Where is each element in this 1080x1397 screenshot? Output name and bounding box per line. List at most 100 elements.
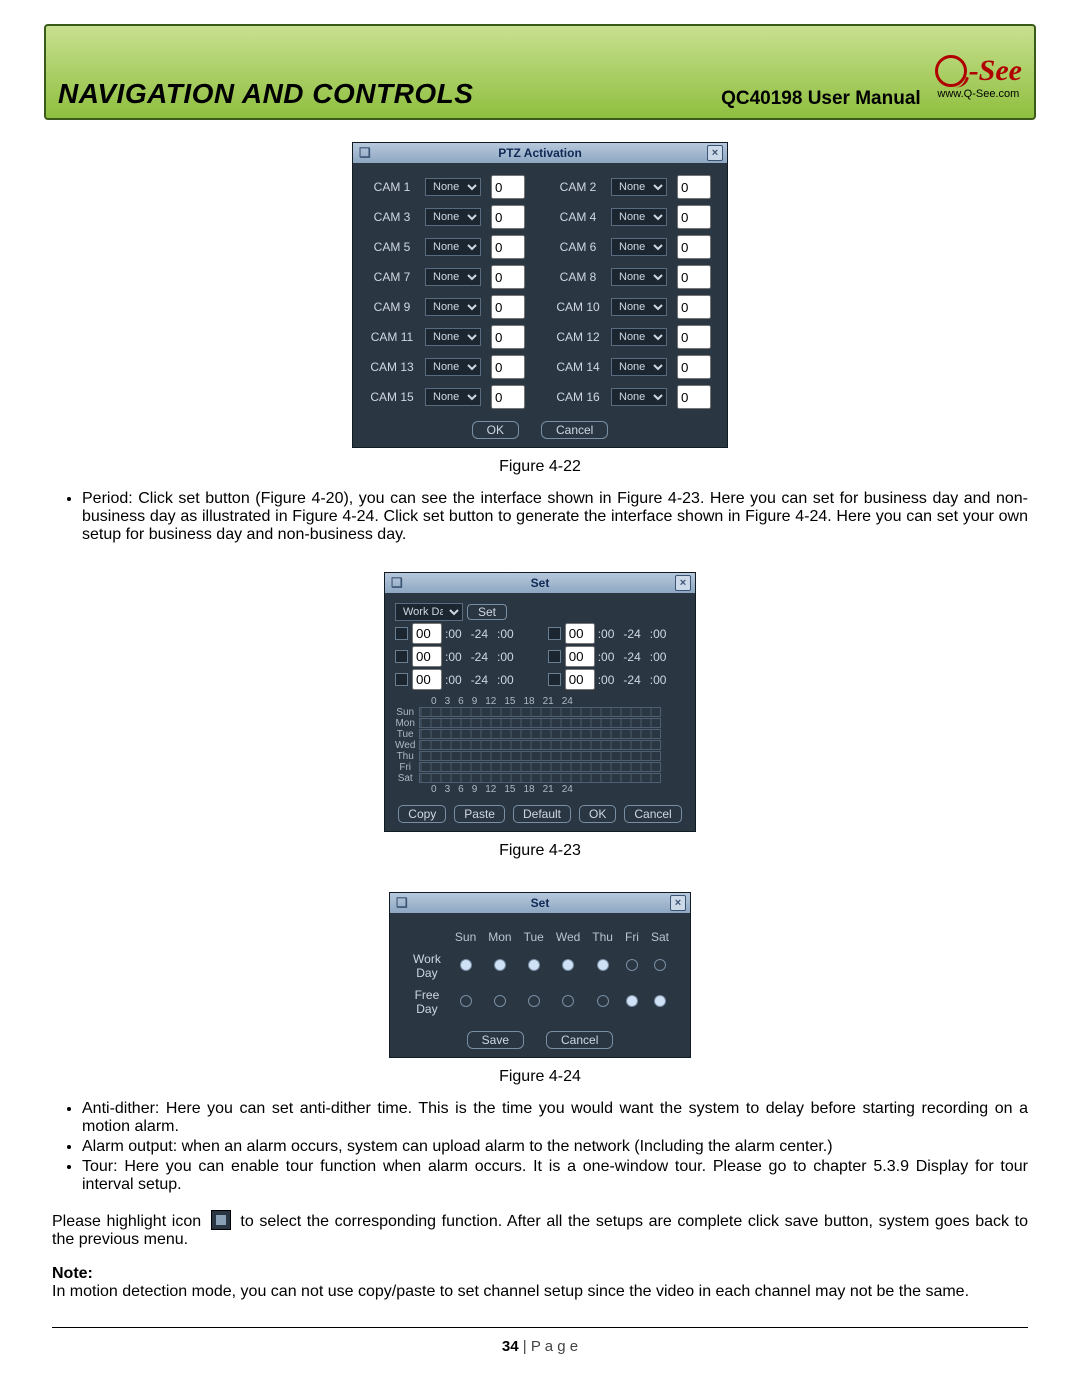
day-label: Sat — [395, 773, 415, 784]
period-checkbox[interactable] — [548, 627, 561, 640]
cam-mode-select[interactable]: None — [425, 358, 481, 376]
cam-label: CAM 11 — [369, 330, 415, 344]
day-label: Fri — [395, 762, 415, 773]
day-radio[interactable] — [654, 995, 666, 1007]
default-button[interactable]: Default — [513, 805, 571, 823]
day-label: Thu — [395, 751, 415, 762]
cancel-button[interactable]: Cancel — [541, 421, 608, 439]
page-subtitle: QC40198 User Manual — [721, 89, 921, 108]
cam-value-input[interactable] — [491, 355, 525, 379]
day-radio[interactable] — [626, 995, 638, 1007]
day-header: Mon — [487, 929, 512, 945]
day-header: Wed — [555, 929, 581, 945]
cam-table: CAM 1NoneCAM 2NoneCAM 3NoneCAM 4NoneCAM … — [363, 171, 717, 413]
day-radio[interactable] — [562, 995, 574, 1007]
period-checkbox[interactable] — [395, 627, 408, 640]
cam-mode-select[interactable]: None — [611, 238, 667, 256]
day-radio[interactable] — [460, 959, 472, 971]
cam-mode-select[interactable]: None — [425, 178, 481, 196]
cam-mode-select[interactable]: None — [611, 328, 667, 346]
period-checkbox[interactable] — [395, 673, 408, 686]
workday-select[interactable]: Work Day — [395, 603, 463, 621]
cancel-button[interactable]: Cancel — [546, 1031, 613, 1049]
day-bar — [419, 729, 661, 739]
cam-value-input[interactable] — [677, 175, 711, 199]
cam-value-input[interactable] — [491, 175, 525, 199]
set-worktype-dialog: ❑Set× SunMonTueWedThuFriSatWork DayFree … — [389, 892, 691, 1058]
cam-mode-select[interactable]: None — [611, 268, 667, 286]
cancel-button[interactable]: Cancel — [624, 805, 681, 823]
period-checkbox[interactable] — [395, 650, 408, 663]
cam-mode-select[interactable]: None — [611, 178, 667, 196]
day-header: Tue — [523, 929, 545, 945]
set-button[interactable]: Set — [467, 604, 507, 620]
close-icon[interactable]: × — [670, 895, 686, 911]
day-radio[interactable] — [528, 995, 540, 1007]
cam-label: CAM 14 — [555, 360, 601, 374]
cam-value-input[interactable] — [491, 205, 525, 229]
logo-text: -See — [969, 56, 1022, 86]
day-radio[interactable] — [460, 995, 472, 1007]
cam-value-input[interactable] — [491, 385, 525, 409]
hour-input[interactable] — [565, 623, 595, 644]
cam-value-input[interactable] — [491, 235, 525, 259]
cam-value-input[interactable] — [677, 265, 711, 289]
paste-button[interactable]: Paste — [454, 805, 505, 823]
cam-mode-select[interactable]: None — [425, 238, 481, 256]
cam-mode-select[interactable]: None — [611, 298, 667, 316]
cam-value-input[interactable] — [677, 205, 711, 229]
cam-mode-select[interactable]: None — [611, 358, 667, 376]
cam-mode-select[interactable]: None — [425, 328, 481, 346]
day-bar — [419, 762, 661, 772]
cam-mode-select[interactable]: None — [425, 208, 481, 226]
close-icon[interactable]: × — [675, 575, 691, 591]
divider — [52, 1327, 1028, 1328]
hour-input[interactable] — [412, 669, 442, 690]
highlight-text-a: Please highlight icon — [52, 1213, 207, 1230]
period-checkbox[interactable] — [548, 650, 561, 663]
day-bar — [419, 773, 661, 783]
day-radio[interactable] — [654, 959, 666, 971]
day-radio[interactable] — [597, 995, 609, 1007]
ok-button[interactable]: OK — [472, 421, 519, 439]
hour-input[interactable] — [412, 623, 442, 644]
cam-mode-select[interactable]: None — [425, 298, 481, 316]
cam-value-input[interactable] — [677, 325, 711, 349]
cam-value-input[interactable] — [677, 235, 711, 259]
close-icon[interactable]: × — [707, 145, 723, 161]
cam-mode-select[interactable]: None — [425, 268, 481, 286]
cam-value-input[interactable] — [677, 295, 711, 319]
bullet-period: Period: Click set button (Figure 4-20), … — [82, 490, 1028, 544]
copy-button[interactable]: Copy — [398, 805, 446, 823]
cam-value-input[interactable] — [491, 265, 525, 289]
period-checkbox[interactable] — [548, 673, 561, 686]
day-radio[interactable] — [494, 995, 506, 1007]
cam-mode-select[interactable]: None — [425, 388, 481, 406]
save-button[interactable]: Save — [467, 1031, 524, 1049]
figure-caption: Figure 4-22 — [52, 458, 1028, 476]
cam-value-input[interactable] — [677, 355, 711, 379]
ok-button[interactable]: OK — [579, 805, 616, 823]
day-radio[interactable] — [494, 959, 506, 971]
shield-icon: ❑ — [391, 575, 403, 591]
day-radio[interactable] — [528, 959, 540, 971]
hour-input[interactable] — [565, 669, 595, 690]
shield-icon: ❑ — [359, 145, 371, 161]
brand-logo: -See www.Q-See.com — [935, 55, 1022, 100]
cam-value-input[interactable] — [677, 385, 711, 409]
cam-mode-select[interactable]: None — [611, 388, 667, 406]
cam-value-input[interactable] — [491, 325, 525, 349]
day-radio[interactable] — [597, 959, 609, 971]
cam-label: CAM 3 — [369, 210, 415, 224]
cam-mode-select[interactable]: None — [611, 208, 667, 226]
hour-input[interactable] — [565, 646, 595, 667]
day-label: Sun — [395, 707, 415, 718]
cam-label: CAM 15 — [369, 390, 415, 404]
day-header: Sun — [454, 929, 477, 945]
day-radio[interactable] — [626, 959, 638, 971]
cam-label: CAM 4 — [555, 210, 601, 224]
hour-input[interactable] — [412, 646, 442, 667]
cam-value-input[interactable] — [491, 295, 525, 319]
shield-icon: ❑ — [396, 895, 408, 911]
day-radio[interactable] — [562, 959, 574, 971]
